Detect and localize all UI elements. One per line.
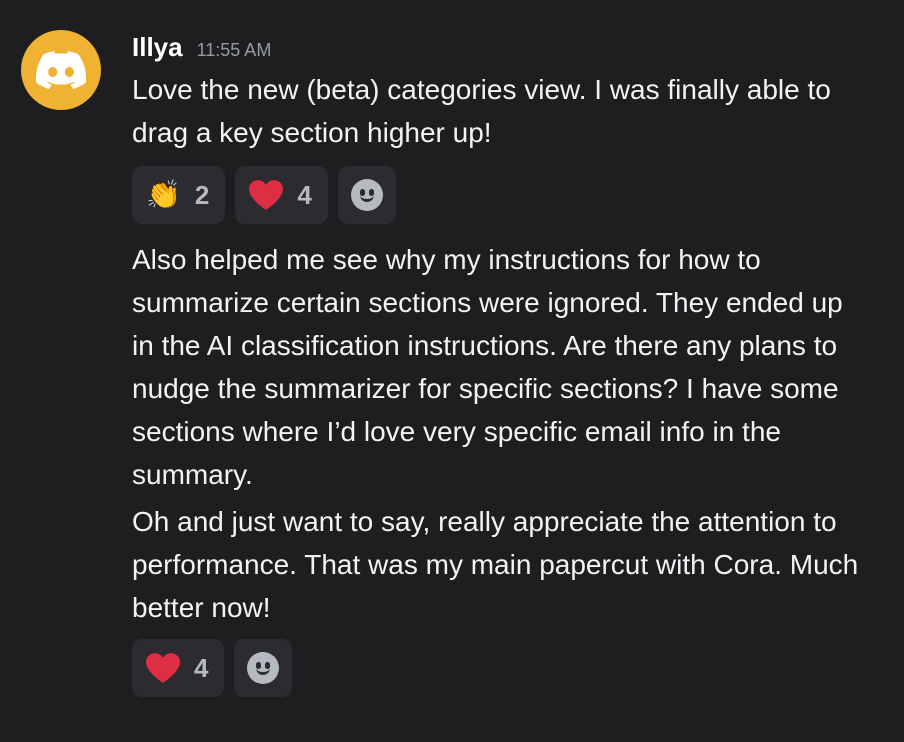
message-text-1: Love the new (beta) categories view. I w… [132,74,831,148]
username[interactable]: Illya [132,32,183,63]
discord-icon [36,51,86,89]
reaction-heart[interactable]: 4 [132,639,225,697]
clapping-hands-icon: 👏 [146,179,181,210]
add-reaction-icon [247,652,280,684]
reaction-count: 2 [194,179,210,210]
reaction-count: 4 [297,179,312,210]
reaction-count: 4 [194,652,209,683]
timestamp[interactable]: 11:55 AM [197,40,272,61]
reaction-clap[interactable]: 👏 2 [132,166,226,224]
message-text-2: Also helped me see why my instructions f… [132,244,843,490]
reaction-bar-1: 👏 2 4 [132,166,872,224]
red-heart-icon [146,653,180,683]
add-reaction-button[interactable] [234,639,293,697]
message-text-3: Oh and just want to say, really apprecia… [132,506,859,623]
reaction-heart[interactable]: 4 [235,166,328,224]
message-header: Illya 11:55 AM [132,32,872,68]
add-reaction-button[interactable] [337,166,396,224]
add-reaction-icon [350,179,383,211]
reaction-bar-2: 4 [132,639,872,697]
red-heart-icon [249,180,284,210]
message: Illya 11:55 AM Love the new (beta) categ… [132,32,872,711]
avatar[interactable] [21,30,101,110]
